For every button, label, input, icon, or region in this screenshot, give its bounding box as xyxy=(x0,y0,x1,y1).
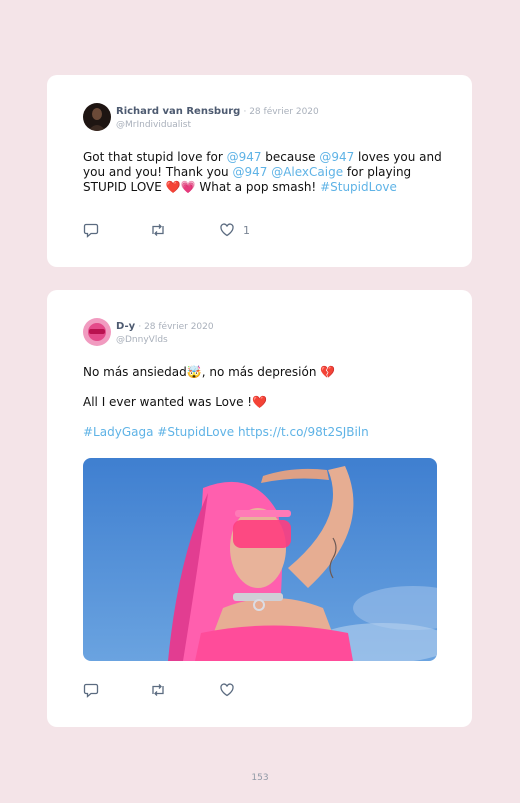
text-segment: What a pop smash! xyxy=(195,180,321,194)
author-handle[interactable]: @MrIndividualist xyxy=(116,119,319,132)
tweet-actions: 1 xyxy=(83,222,283,238)
author-name[interactable]: Richard van Rensburg xyxy=(116,106,240,117)
tweet-card: D-y · 28 février 2020 @DnnyVlds No más a… xyxy=(47,290,472,727)
text-segment: Got that stupid love for xyxy=(83,150,227,164)
reply-icon xyxy=(83,683,99,698)
avatar[interactable] xyxy=(83,318,111,346)
tweet-photo[interactable] xyxy=(83,458,437,661)
tweet-header: Richard van Rensburg · 28 février 2020 @… xyxy=(116,105,319,132)
author-handle[interactable]: @DnnyVlds xyxy=(116,334,214,347)
tweet-line: All I ever wanted was Love !❤️ xyxy=(83,395,443,410)
like-button[interactable]: 1 xyxy=(219,222,250,238)
text-segment: No más ansiedad xyxy=(83,365,187,379)
reply-button[interactable] xyxy=(83,682,99,698)
tweet-line: #LadyGaga #StupidLove https://t.co/98t2S… xyxy=(83,425,443,440)
tweet-card: Richard van Rensburg · 28 février 2020 @… xyxy=(47,75,472,267)
heart-emoji: ❤️ xyxy=(252,395,268,409)
text-segment: , no más depresión xyxy=(201,365,321,379)
author-name[interactable]: D-y xyxy=(116,321,135,332)
tweet-date[interactable]: · 28 février 2020 xyxy=(138,322,213,332)
retweet-button[interactable] xyxy=(149,682,167,698)
heart-emoji: ❤️💗 xyxy=(165,180,196,194)
mention-link[interactable]: @AlexCaige xyxy=(271,165,343,179)
broken-heart-emoji: 💔 xyxy=(320,365,336,379)
like-button[interactable] xyxy=(219,682,235,698)
retweet-icon xyxy=(152,684,164,696)
page-number: 153 xyxy=(251,773,269,783)
tweet-text: No más ansiedad🤯, no más depresión 💔 All… xyxy=(83,365,443,440)
tweet-actions xyxy=(83,682,283,698)
hashtag-link[interactable]: #StupidLove xyxy=(157,425,234,439)
mention-link[interactable]: @947 xyxy=(227,150,262,164)
hashtag-link[interactable]: #LadyGaga xyxy=(83,425,153,439)
text-segment: because xyxy=(261,150,320,164)
tweet-date[interactable]: · 28 février 2020 xyxy=(243,107,318,117)
mention-link[interactable]: @947 xyxy=(319,150,354,164)
avatar[interactable] xyxy=(83,103,111,131)
url-link[interactable]: https://t.co/98t2SJBiln xyxy=(238,425,369,439)
mention-link[interactable]: @947 xyxy=(232,165,267,179)
like-icon xyxy=(220,683,234,697)
tweet-line: No más ansiedad🤯, no más depresión 💔 xyxy=(83,365,443,380)
retweet-button[interactable] xyxy=(149,222,167,238)
like-count: 1 xyxy=(243,223,250,237)
text-segment: All I ever wanted was Love ! xyxy=(83,395,253,409)
tweet-header: D-y · 28 février 2020 @DnnyVlds xyxy=(116,320,214,347)
reply-icon xyxy=(83,223,99,238)
reply-button[interactable] xyxy=(83,222,99,238)
mind-blown-emoji: 🤯 xyxy=(186,365,202,379)
tweet-text: Got that stupid love for @947 because @9… xyxy=(83,150,443,195)
retweet-icon xyxy=(152,224,164,236)
hashtag-link[interactable]: #StupidLove xyxy=(320,180,397,194)
like-icon xyxy=(220,223,234,237)
